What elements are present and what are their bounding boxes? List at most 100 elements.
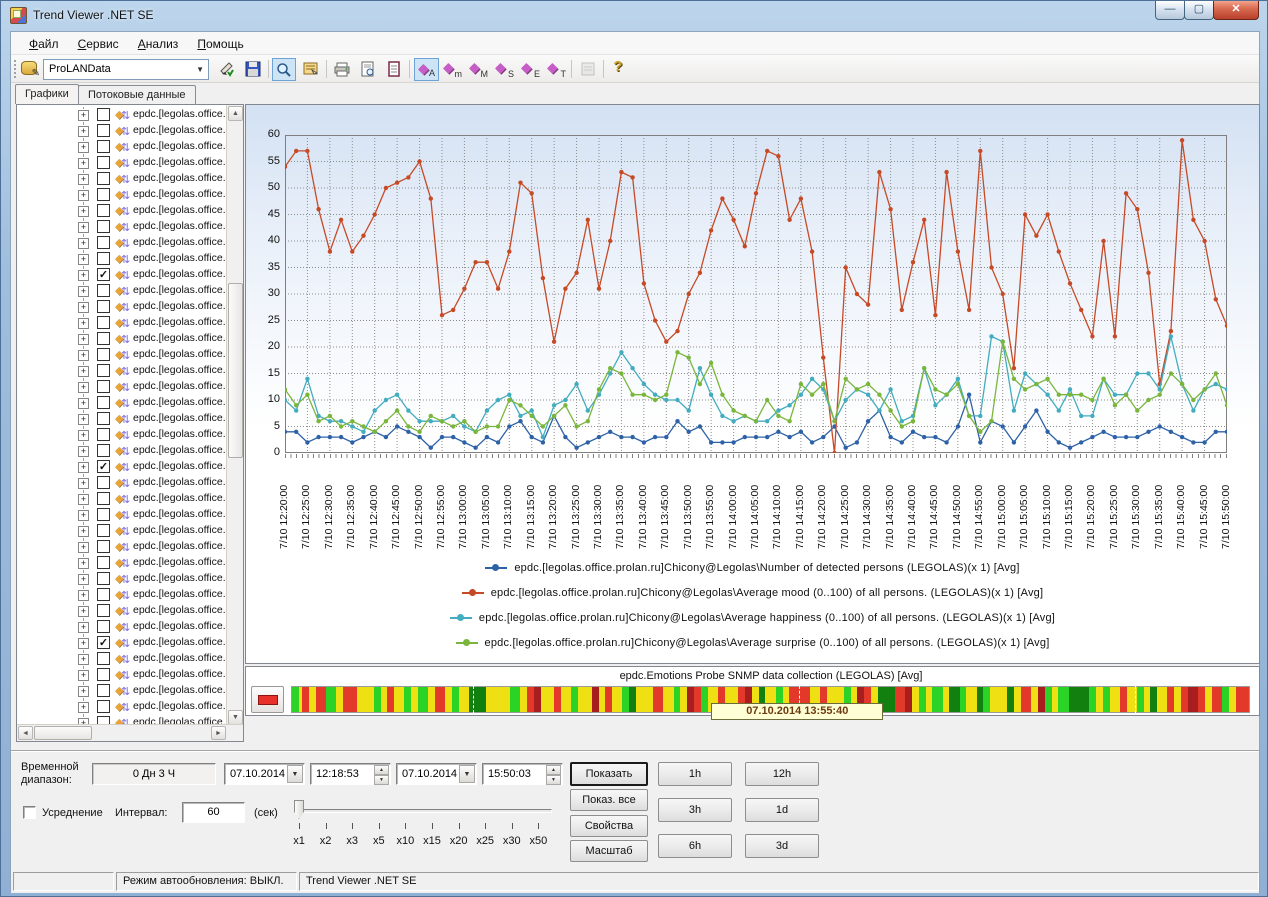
tree-item-label[interactable]: epdc.[legolas.office. — [133, 604, 227, 616]
chart-plot[interactable] — [285, 135, 1227, 453]
tree-item-label[interactable]: epdc.[legolas.office. — [133, 188, 227, 200]
tree-item-label[interactable]: epdc.[legolas.office. — [133, 412, 227, 424]
time-to-spinner[interactable]: 15:50:03▲▼ — [482, 763, 563, 785]
tree-expand-button[interactable]: + — [78, 686, 89, 697]
tree-item-label[interactable]: epdc.[legolas.office. — [133, 108, 227, 120]
tree-item-label[interactable]: epdc.[legolas.office. — [133, 508, 227, 520]
show-button[interactable]: Показать — [570, 762, 648, 786]
tree-checkbox[interactable] — [97, 316, 110, 329]
date-to-picker[interactable]: 07.10.2014▼ — [396, 763, 477, 785]
chevron-down-icon[interactable]: ▼ — [287, 765, 303, 783]
tree-expand-button[interactable]: + — [78, 462, 89, 473]
tree-hscrollbar[interactable]: ◄ ► — [17, 724, 244, 741]
tree-checkbox[interactable] — [97, 204, 110, 217]
tree-item-label[interactable]: epdc.[legolas.office. — [133, 300, 227, 312]
tree-expand-button[interactable]: + — [78, 126, 89, 137]
tree-checkbox[interactable]: ✓ — [97, 636, 110, 649]
tree-vscroll-thumb[interactable] — [228, 283, 243, 458]
apply-pen-button[interactable] — [215, 58, 239, 81]
tree-item-label[interactable]: epdc.[legolas.office. — [133, 668, 227, 680]
tree-item-label[interactable]: epdc.[legolas.office. — [133, 364, 227, 376]
maximize-button[interactable]: ▢ — [1184, 1, 1214, 20]
stat-M-button[interactable]: ◆M — [466, 58, 491, 81]
tree-expand-button[interactable]: + — [78, 622, 89, 633]
tree-item-label[interactable]: epdc.[legolas.office. — [133, 556, 227, 568]
tree-expand-button[interactable]: + — [78, 494, 89, 505]
tree-item-label[interactable]: epdc.[legolas.office. — [133, 428, 227, 440]
tree-item-label[interactable]: epdc.[legolas.office. — [133, 284, 227, 296]
tree-expand-button[interactable]: + — [78, 142, 89, 153]
tree-item-label[interactable]: epdc.[legolas.office. — [133, 684, 227, 696]
tree-vscrollbar[interactable]: ▲ ▼ — [226, 105, 243, 726]
tree-checkbox[interactable]: ✓ — [97, 460, 110, 473]
tree-expand-button[interactable]: + — [78, 414, 89, 425]
tree-checkbox[interactable] — [97, 444, 110, 457]
tree-expand-button[interactable]: + — [78, 446, 89, 457]
print-preview-button[interactable] — [356, 58, 380, 81]
tree-checkbox[interactable] — [97, 380, 110, 393]
tree-expand-button[interactable]: + — [78, 510, 89, 521]
tree-item-label[interactable]: epdc.[legolas.office. — [133, 652, 227, 664]
tree-item-label[interactable]: epdc.[legolas.office. — [133, 236, 227, 248]
tree-expand-button[interactable]: + — [78, 158, 89, 169]
scale-button[interactable]: Масштаб — [570, 840, 648, 862]
tree-expand-button[interactable]: + — [78, 382, 89, 393]
tree-checkbox[interactable] — [97, 364, 110, 377]
tree-checkbox[interactable] — [97, 604, 110, 617]
tree-expand-button[interactable]: + — [78, 590, 89, 601]
range-12h-button[interactable]: 12h — [745, 762, 819, 786]
profile-combobox[interactable]: ProLANData▼ — [43, 59, 209, 80]
tree-item-label[interactable]: epdc.[legolas.office. — [133, 540, 227, 552]
minimize-button[interactable]: — — [1155, 1, 1185, 20]
tree-expand-button[interactable]: + — [78, 638, 89, 649]
tree-checkbox[interactable] — [97, 332, 110, 345]
tree-checkbox[interactable]: ✓ — [97, 268, 110, 281]
tree-expand-button[interactable]: + — [78, 430, 89, 441]
spin-up-icon[interactable]: ▲ — [546, 765, 561, 775]
zoom-button[interactable] — [272, 58, 296, 81]
tree-expand-button[interactable]: + — [78, 254, 89, 265]
tree-item-label[interactable]: epdc.[legolas.office. — [133, 700, 227, 712]
tree-expand-button[interactable]: + — [78, 398, 89, 409]
tree-item-label[interactable]: epdc.[legolas.office. — [133, 316, 227, 328]
tree-expand-button[interactable]: + — [78, 606, 89, 617]
tree-checkbox[interactable] — [97, 588, 110, 601]
tree-checkbox[interactable] — [97, 188, 110, 201]
tree-expand-button[interactable]: + — [78, 526, 89, 537]
menu-analysis[interactable]: Анализ — [130, 35, 187, 53]
tree-item-label[interactable]: epdc.[legolas.office. — [133, 476, 227, 488]
tree-item-label[interactable]: epdc.[legolas.office. — [133, 268, 227, 280]
scroll-right-icon[interactable]: ► — [211, 726, 226, 740]
tree-checkbox[interactable] — [97, 572, 110, 585]
tree-expand-button[interactable]: + — [78, 110, 89, 121]
tree-checkbox[interactable] — [97, 652, 110, 665]
tree-checkbox[interactable] — [97, 252, 110, 265]
tree-item-label[interactable]: epdc.[legolas.office. — [133, 332, 227, 344]
tree-item-label[interactable]: epdc.[legolas.office. — [133, 140, 227, 152]
tree-checkbox[interactable] — [97, 508, 110, 521]
scale-slider-thumb[interactable] — [294, 800, 304, 819]
spin-down-icon[interactable]: ▼ — [374, 775, 389, 785]
averaging-checkbox[interactable] — [23, 806, 36, 819]
tree-checkbox[interactable] — [97, 108, 110, 121]
scroll-down-icon[interactable]: ▼ — [228, 710, 243, 725]
tree-checkbox[interactable] — [97, 476, 110, 489]
tab-stream-data[interactable]: Потоковые данные — [78, 85, 196, 104]
tree-checkbox[interactable] — [97, 140, 110, 153]
tree-expand-button[interactable]: + — [78, 478, 89, 489]
tree-item-label[interactable]: epdc.[legolas.office. — [133, 380, 227, 392]
range-1h-button[interactable]: 1h — [658, 762, 732, 786]
tree-expand-button[interactable]: + — [78, 702, 89, 713]
range-6h-button[interactable]: 6h — [658, 834, 732, 858]
tree-expand-button[interactable]: + — [78, 574, 89, 585]
tree-expand-button[interactable]: + — [78, 222, 89, 233]
range-3h-button[interactable]: 3h — [658, 798, 732, 822]
tree-item-label[interactable]: epdc.[legolas.office. — [133, 492, 227, 504]
tree-item-label[interactable]: epdc.[legolas.office. — [133, 252, 227, 264]
tree-checkbox[interactable] — [97, 492, 110, 505]
tree-checkbox[interactable] — [97, 700, 110, 713]
tree-expand-button[interactable]: + — [78, 318, 89, 329]
stat-E-button[interactable]: ◆E — [518, 58, 543, 81]
strip-series-button[interactable] — [251, 686, 284, 713]
tree-checkbox[interactable] — [97, 396, 110, 409]
